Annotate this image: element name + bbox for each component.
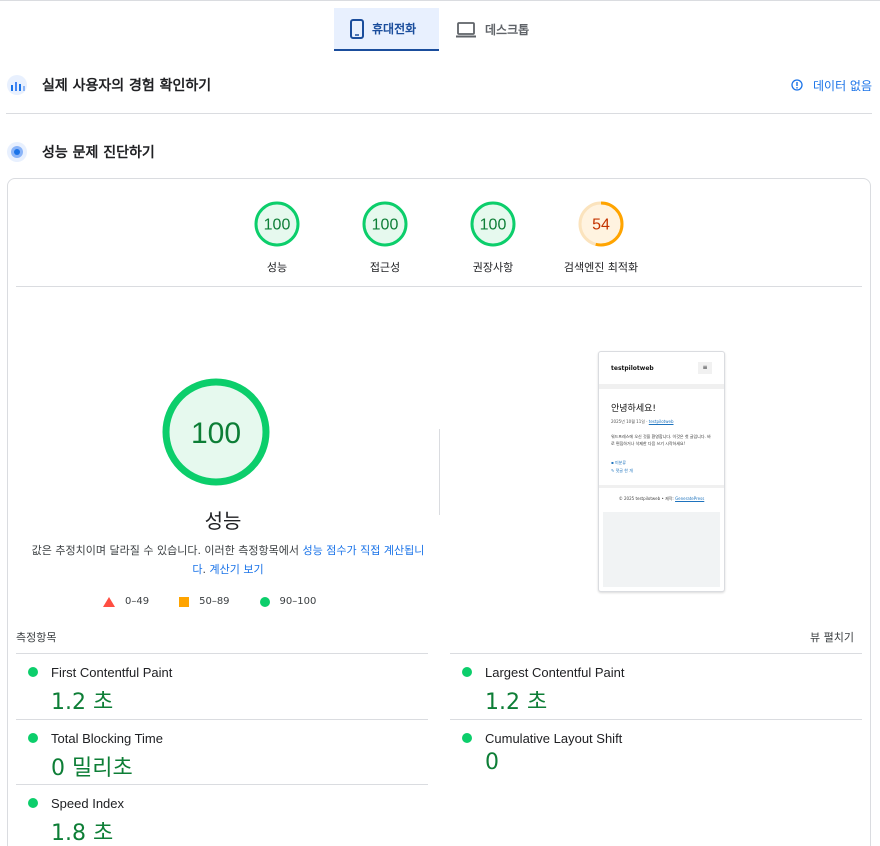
- metric-cls-name: Cumulative Layout Shift: [485, 731, 623, 746]
- metric-si-name: Speed Index: [51, 796, 125, 811]
- performance-title: 성능: [204, 509, 242, 533]
- lighthouse-diagnose-icon: [7, 142, 27, 162]
- square-icon: [179, 596, 190, 607]
- legend-fail-range: 0–49: [125, 596, 150, 607]
- metric-cls: Cumulative Layout Shift 0: [450, 719, 862, 785]
- category-gauges: 100 성능 100 접근성 100 권장사항 54 검색엔진 최적화: [8, 201, 872, 274]
- gauge-performance[interactable]: 100 성능: [217, 201, 337, 275]
- legend-average-range: 50–89: [199, 596, 230, 607]
- tab-desktop[interactable]: 데스크톱: [439, 8, 545, 51]
- performance-description: 값은 추정치이며 달라질 수 있습니다. 이러한 측정항목에서 성능 점수가 직…: [28, 541, 428, 579]
- gauge-best-practices-label: 권장사항: [472, 261, 514, 274]
- vertical-divider: [439, 429, 440, 515]
- pass-circle-icon: [28, 733, 38, 743]
- performance-big-gauge: 100: [162, 378, 270, 486]
- top-divider: [0, 0, 880, 1]
- screenshot-body-text: 워드프레스에 오신 것을 환영합니다. 이것은 첫 글입니다. 바로 편집하거나…: [611, 434, 711, 446]
- section-divider: [6, 113, 872, 114]
- pass-circle-icon: [462, 667, 472, 677]
- screenshot-post: 안녕하세요! 2025년 10월 11일 · testpilotweb 워드프레…: [599, 389, 724, 483]
- calculator-link[interactable]: 계산기 보기: [210, 563, 264, 576]
- menu-icon: ≡: [698, 362, 712, 374]
- screenshot-site-name: testpilotweb: [611, 364, 654, 372]
- field-data-title: 실제 사용자의 경험 확인하기: [42, 78, 212, 94]
- legend-pass: 90–100: [259, 596, 317, 607]
- lab-data-title: 성능 문제 진단하기: [42, 145, 155, 161]
- field-data-header: 실제 사용자의 경험 확인하기 데이터 없음: [6, 74, 872, 96]
- gauge-best-practices-score: 100: [480, 217, 507, 234]
- metric-lcp: Largest Contentful Paint 1.2 초: [450, 653, 862, 719]
- screenshot-category: ▪ 미분류 ✎ 댓글 한 개: [611, 459, 712, 475]
- tab-mobile[interactable]: 휴대전화: [334, 8, 439, 51]
- screenshot-author: testpilotweb: [648, 419, 674, 424]
- screenshot-footer-text: © 2025 testpilotweb • 제작:: [618, 496, 676, 501]
- metrics-title: 측정항목: [16, 631, 57, 644]
- gauge-best-practices-ring: 100: [470, 201, 516, 247]
- gauges-divider: [16, 286, 862, 287]
- screenshot-site-header: testpilotweb ≡: [599, 352, 724, 384]
- metric-fcp-value: 1.2 초: [51, 690, 114, 715]
- gauge-seo-ring: 54: [578, 201, 624, 247]
- expand-view-toggle[interactable]: 뷰 펼치기: [810, 629, 854, 645]
- tab-desktop-label: 데스크톱: [485, 23, 530, 37]
- lighthouse-report-card: 100 성능 100 접근성 100 권장사항 54 검색엔진 최적화 100 …: [7, 178, 871, 846]
- metric-fcp-name: First Contentful Paint: [51, 665, 173, 680]
- screenshot-meta: 2025년 10월 11일 · testpilotweb: [611, 419, 712, 425]
- screenshot-empty-area: [603, 512, 720, 587]
- metric-tbt-value: 0 밀리초: [51, 756, 133, 781]
- screenshot-footer-link: GeneratePress: [675, 496, 705, 501]
- metrics-header: 측정항목 뷰 펼치기: [16, 629, 862, 645]
- gauge-best-practices[interactable]: 100 권장사항: [433, 201, 553, 275]
- screenshot-date: 2025년 10월 11일 ·: [611, 419, 649, 424]
- pass-circle-icon: [462, 733, 472, 743]
- metric-si-value: 1.8 초: [51, 821, 114, 846]
- crux-chart-icon: [7, 75, 27, 95]
- gauge-accessibility-ring: 100: [362, 201, 408, 247]
- screenshot-footer: © 2025 testpilotweb • 제작: GeneratePress: [599, 485, 724, 510]
- device-tabs: 휴대전화 데스크톱: [334, 8, 545, 51]
- triangle-icon: [103, 596, 115, 607]
- gauge-seo[interactable]: 54 검색엔진 최적화: [541, 201, 661, 275]
- score-legend: 0–49 50–89 90–100: [103, 596, 346, 607]
- gauge-accessibility-label: 접근성: [369, 261, 401, 274]
- circle-icon: [259, 596, 270, 607]
- lab-data-header: 성능 문제 진단하기: [6, 141, 872, 163]
- screenshot-comment-label: 댓글 한 개: [615, 468, 633, 473]
- metric-tbt: Total Blocking Time 0 밀리초: [16, 719, 428, 785]
- gauge-performance-label: 성능: [266, 261, 288, 274]
- info-icon: [791, 79, 803, 91]
- legend-average: 50–89: [179, 596, 230, 607]
- gauge-accessibility[interactable]: 100 접근성: [325, 201, 445, 275]
- metric-lcp-value: 1.2 초: [485, 690, 548, 715]
- screenshot-heading: 안녕하세요!: [611, 404, 657, 414]
- gauge-performance-ring: 100: [254, 201, 300, 247]
- no-data-label: 데이터 없음: [812, 78, 872, 93]
- tab-mobile-label: 휴대전화: [372, 22, 417, 36]
- no-data-link[interactable]: 데이터 없음: [791, 77, 872, 94]
- performance-desc-text: 값은 추정치이며 달라질 수 있습니다. 이러한 측정항목에서: [31, 544, 303, 557]
- metric-lcp-name: Largest Contentful Paint: [485, 665, 625, 680]
- pass-circle-icon: [28, 798, 38, 808]
- final-screenshot[interactable]: testpilotweb ≡ 안녕하세요! 2025년 10월 11일 · te…: [598, 351, 725, 592]
- gauge-seo-score: 54: [592, 217, 610, 234]
- gauge-accessibility-score: 100: [372, 217, 399, 234]
- smartphone-icon: [350, 18, 364, 39]
- legend-fail: 0–49: [103, 596, 149, 607]
- metric-fcp: First Contentful Paint 1.2 초: [16, 653, 428, 719]
- metric-si: Speed Index 1.8 초: [16, 784, 428, 846]
- laptop-icon: [456, 21, 476, 37]
- screenshot-category-label: 미분류: [614, 460, 627, 465]
- legend-pass-range: 90–100: [279, 596, 317, 607]
- metric-tbt-name: Total Blocking Time: [51, 731, 163, 746]
- metric-cls-value: 0: [485, 750, 499, 775]
- gauge-performance-score: 100: [264, 217, 291, 234]
- performance-big-score: 100: [191, 417, 241, 450]
- gauge-seo-label: 검색엔진 최적화: [563, 261, 639, 274]
- pass-circle-icon: [28, 667, 38, 677]
- performance-desc-sep: .: [202, 563, 210, 576]
